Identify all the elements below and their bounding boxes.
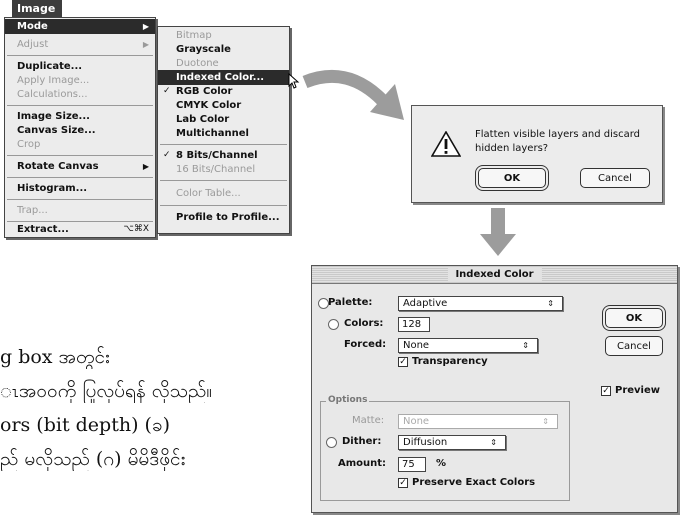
body-text-line: g box အတွင်း (0, 346, 110, 368)
forced-value: None (403, 340, 430, 351)
flow-arrow-icon (302, 69, 404, 120)
menu-item-duplicate[interactable]: Duplicate... (5, 59, 155, 74)
checkmark-icon: ✓ (163, 86, 171, 96)
submenu-item-indexed-color[interactable]: Indexed Color... (158, 70, 289, 85)
colors-marker-icon (328, 319, 339, 330)
submenu-arrow-icon: ▶ (142, 22, 149, 31)
menu-item-canvas-size[interactable]: Canvas Size... (5, 123, 155, 138)
menu-item-crop[interactable]: Crop (5, 137, 155, 152)
preserve-exact-colors-label: Preserve Exact Colors (412, 477, 536, 488)
palette-value: Adaptive (403, 298, 448, 309)
warning-icon (430, 130, 462, 161)
submenu-item-8-bits[interactable]: ✓ 8 Bits/Channel (158, 148, 289, 163)
dialog-titlebar[interactable]: Indexed Color (312, 266, 677, 284)
image-menu-title[interactable]: Image (12, 0, 62, 17)
menu-item-label: Mode (17, 21, 48, 32)
matte-label: Matte: (352, 415, 385, 426)
dialog-title: Indexed Color (447, 267, 542, 282)
forced-select[interactable]: None ⇕ (398, 338, 538, 353)
menu-item-label: Extract... (17, 224, 69, 235)
menu-separator (160, 205, 287, 206)
dither-marker-icon (326, 437, 337, 448)
checkmark-icon: ✓ (163, 150, 171, 160)
menu-separator (7, 105, 153, 106)
menu-item-rotate-canvas[interactable]: Rotate Canvas ▶ (5, 159, 155, 174)
menu-item-trap[interactable]: Trap... (5, 203, 155, 218)
menu-separator (160, 180, 287, 181)
submenu-item-16-bits[interactable]: 16 Bits/Channel (158, 162, 289, 177)
submenu-item-color-table[interactable]: Color Table... (158, 186, 289, 201)
popup-arrow-icon: ⇕ (522, 341, 529, 350)
submenu-item-grayscale[interactable]: Grayscale (158, 42, 289, 57)
amount-unit: % (436, 458, 447, 469)
submenu-item-label: RGB Color (176, 86, 233, 97)
menu-item-image-size[interactable]: Image Size... (5, 109, 155, 124)
menu-item-mode[interactable]: Mode ▶ (5, 19, 155, 34)
dither-select[interactable]: Diffusion ⇕ (398, 435, 506, 450)
submenu-item-bitmap[interactable]: Bitmap (158, 28, 289, 43)
submenu-item-profile-to-profile[interactable]: Profile to Profile... (158, 210, 289, 225)
menu-separator (7, 199, 153, 200)
menu-separator (7, 155, 153, 156)
indexed-color-dialog: Indexed Color Palette: Adaptive ⇕ Colors… (311, 265, 678, 513)
body-text-line: ors (bit depth) (ခ) (0, 414, 171, 436)
submenu-item-duotone[interactable]: Duotone (158, 56, 289, 71)
mode-submenu: Bitmap Grayscale Duotone Indexed Color..… (157, 26, 290, 234)
palette-select[interactable]: Adaptive ⇕ (398, 296, 563, 311)
preview-checkbox[interactable]: ✓ (601, 386, 611, 396)
popup-arrow-icon: ⇕ (547, 299, 554, 308)
ok-button[interactable]: OK (605, 308, 663, 328)
down-arrow-icon (480, 208, 516, 256)
menu-separator (160, 144, 287, 145)
menu-item-histogram[interactable]: Histogram... (5, 181, 155, 196)
menu-separator (7, 177, 153, 178)
palette-label: Palette: (328, 297, 373, 308)
popup-arrow-icon: ⇕ (542, 417, 549, 426)
menu-item-label: Rotate Canvas (17, 161, 99, 172)
amount-label: Amount: (338, 458, 387, 469)
menu-item-calculations[interactable]: Calculations... (5, 87, 155, 102)
submenu-item-rgb-color[interactable]: ✓ RGB Color (158, 84, 289, 99)
body-text-line: ၤအဝဝကို ပြုလုပ်ရန် လိုသည်။ (0, 380, 213, 402)
cancel-button[interactable]: Cancel (580, 168, 650, 188)
amount-input[interactable]: 75 (398, 457, 426, 472)
matte-value: None (403, 416, 430, 427)
dialog-message: Flatten visible layers and discard hidde… (475, 129, 641, 154)
dither-value: Diffusion (403, 437, 448, 448)
options-group-title: Options (326, 395, 370, 405)
submenu-arrow-icon: ▶ (142, 40, 149, 49)
menu-separator (7, 55, 153, 56)
submenu-arrow-icon: ▶ (142, 162, 149, 171)
menu-item-label: Adjust (17, 39, 49, 50)
colors-input[interactable]: 128 (398, 317, 430, 332)
transparency-label: Transparency (412, 356, 488, 367)
popup-arrow-icon: ⇕ (490, 438, 497, 447)
preview-label: Preview (615, 385, 661, 396)
submenu-item-multichannel[interactable]: Multichannel (158, 126, 289, 141)
menu-item-apply-image[interactable]: Apply Image... (5, 73, 155, 88)
forced-label: Forced: (344, 339, 387, 350)
transparency-checkbox[interactable]: ✓ (398, 357, 408, 367)
submenu-item-lab-color[interactable]: Lab Color (158, 112, 289, 127)
menu-item-extract[interactable]: Extract... ⌥⌘X (5, 222, 155, 237)
matte-select[interactable]: None ⇕ (398, 414, 558, 429)
body-text-line: ည် မလိုသည် (ဂ) မိမိဒီဖိုင်း (0, 448, 186, 470)
flatten-dialog: Flatten visible layers and discard hidde… (411, 105, 663, 203)
image-menu: Mode ▶ Adjust ▶ Duplicate... Apply Image… (4, 17, 156, 238)
menu-item-adjust[interactable]: Adjust ▶ (5, 37, 155, 52)
submenu-item-label: 8 Bits/Channel (176, 150, 258, 161)
colors-label: Colors: (344, 318, 384, 329)
mouse-pointer-icon (288, 72, 300, 93)
preserve-exact-colors-checkbox[interactable]: ✓ (398, 478, 408, 488)
cancel-button[interactable]: Cancel (605, 336, 663, 356)
shortcut-label: ⌥⌘X (123, 224, 149, 234)
submenu-item-cmyk-color[interactable]: CMYK Color (158, 98, 289, 113)
ok-button[interactable]: OK (478, 168, 546, 188)
dither-label: Dither: (342, 436, 382, 447)
